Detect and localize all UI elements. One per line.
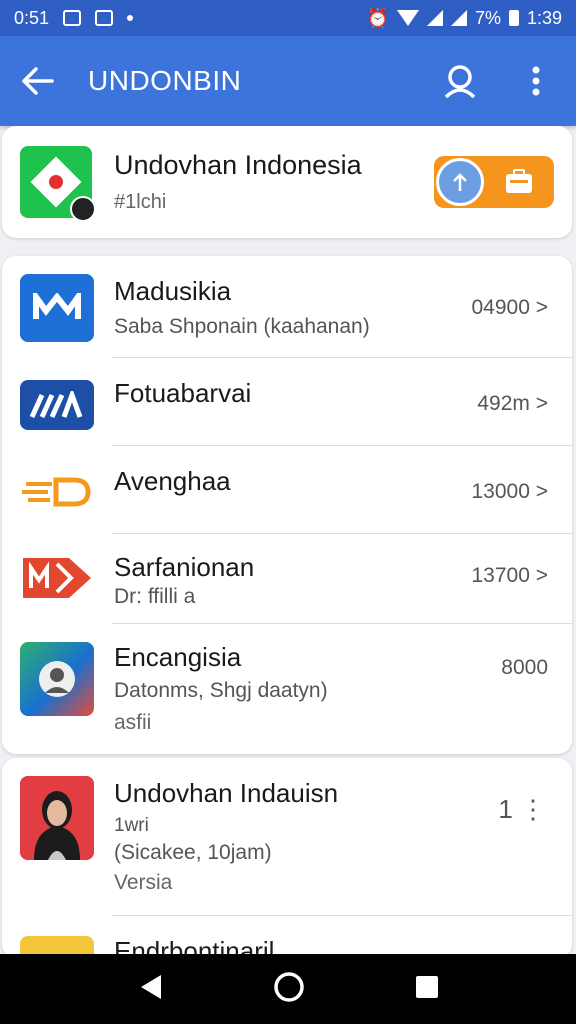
list-item-extra: asfii (114, 711, 152, 734)
list-item[interactable]: Encangisia Datonms, Shgj daatyn) asfii 8… (2, 624, 572, 754)
app-m-icon (20, 274, 94, 342)
avatar (20, 776, 94, 860)
badge-icon (70, 196, 96, 222)
featured-title: Undovhan Indonesia (114, 150, 362, 180)
list-item-value: 13700 > (471, 564, 549, 587)
app-list-card: Madusikia Saba Shponain (kaahanan) 04900… (2, 256, 572, 754)
list-item-value: 13000 > (471, 480, 549, 503)
status-clock: 1:39 (526, 7, 562, 28)
list-item-subtitle: Dr: ffilli a (114, 585, 196, 608)
featured-subtitle: #1lchi (114, 191, 167, 213)
list-item[interactable]: Madusikia Saba Shponain (kaahanan) 04900… (2, 256, 572, 358)
back-arrow-icon[interactable] (20, 63, 56, 99)
status-bar: 0:51 ⏰ 7% 1:39 (0, 0, 576, 36)
list-item[interactable]: Endrbontinaril (2, 916, 572, 958)
app-photo-icon (20, 642, 94, 716)
list-item-line3: Versia (114, 871, 173, 894)
list-item-value: 04900 > (471, 296, 549, 319)
more-vert-icon[interactable] (516, 61, 556, 101)
list-item-line2: (Sicakee, 10jam) (114, 841, 272, 864)
bottom-card: Undovhan Indauisn 1wri (Sicakee, 10jam) … (2, 758, 572, 958)
notification-icon (95, 10, 114, 26)
nav-back-icon[interactable] (137, 973, 163, 1006)
list-item-value: 8000 (501, 656, 548, 679)
battery-icon (508, 10, 519, 26)
alarm-icon: ⏰ (366, 7, 389, 28)
list-item[interactable]: Undovhan Indauisn 1wri (Sicakee, 10jam) … (2, 758, 572, 916)
upload-icon (436, 158, 484, 206)
list-item-value: 492m > (477, 392, 548, 415)
app-title: UNDONBIN (88, 65, 242, 96)
featured-card[interactable]: Undovhan Indonesia #1lchi (2, 126, 572, 238)
app-ma-icon (20, 380, 94, 430)
signal-icon-2 (450, 10, 467, 26)
screenshot-icon (63, 10, 82, 26)
briefcase-icon (504, 169, 534, 195)
list-item[interactable]: Fotuabarvai 492m > (2, 358, 572, 446)
nav-home-icon[interactable] (273, 971, 305, 1008)
nav-recents-icon[interactable] (415, 975, 439, 1004)
app-logo-icon (20, 146, 96, 222)
app-bar: UNDONBIN (0, 36, 576, 126)
dot-icon (127, 15, 134, 21)
list-item[interactable]: Sarfanionan Dr: ffilli a 13700 > (2, 534, 572, 624)
system-nav-bar (0, 954, 576, 1024)
list-item-value: 1 ⋮ (498, 794, 546, 824)
app-sd-icon (20, 472, 94, 512)
signal-icon (426, 10, 443, 26)
status-time-left: 0:51 (14, 7, 50, 28)
featured-toggle[interactable] (434, 156, 554, 208)
app-mm-icon (20, 554, 94, 602)
list-item[interactable]: Avenghaa 13000 > (2, 446, 572, 534)
list-item-subtitle: Datonms, Shgj daatyn) (114, 679, 328, 702)
wifi-icon (396, 10, 419, 26)
search-icon[interactable] (440, 61, 480, 101)
battery-percent: 7% (474, 7, 501, 28)
